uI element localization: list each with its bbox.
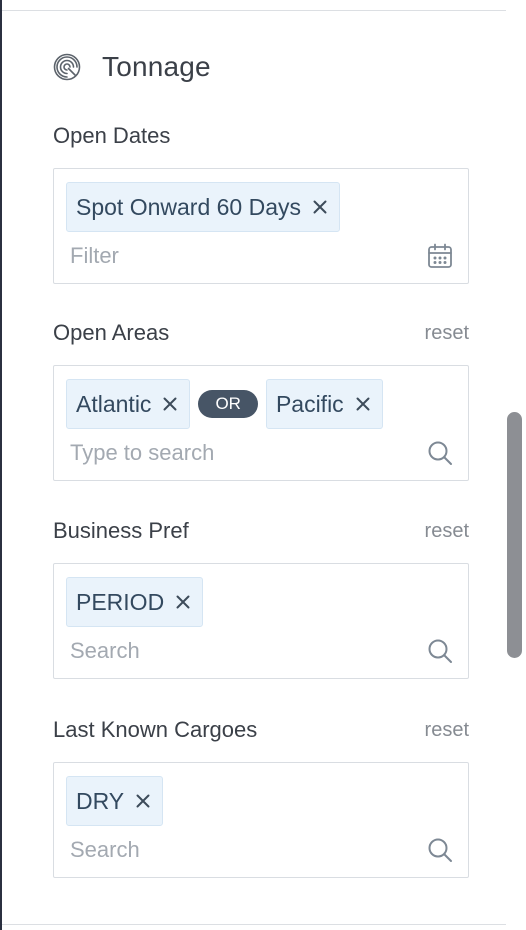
- open-areas-reset-link[interactable]: reset: [425, 322, 469, 345]
- close-icon[interactable]: [354, 395, 372, 413]
- section-title: Tonnage: [102, 51, 211, 82]
- chip-label: Pacific: [275, 390, 344, 417]
- open-dates-label: Open Dates: [53, 123, 171, 148]
- last-known-cargoes-search-input[interactable]: [70, 837, 390, 863]
- business-pref-search-input[interactable]: [70, 638, 390, 664]
- tonnage-icon: [53, 53, 81, 81]
- chip-label: PERIOD: [76, 588, 165, 615]
- or-operator-badge[interactable]: OR: [198, 390, 258, 418]
- search-icon[interactable]: [426, 439, 454, 467]
- open-areas-label: Open Areas: [53, 320, 170, 345]
- top-divider: [2, 10, 506, 11]
- scrollbar-thumb[interactable]: [507, 412, 522, 658]
- chip-pacific: Pacific: [265, 379, 383, 429]
- business-pref-box[interactable]: PERIOD: [53, 563, 469, 679]
- chip-dry: DRY: [66, 776, 164, 826]
- close-icon[interactable]: [161, 395, 179, 413]
- open-dates-box[interactable]: Spot Onward 60 Days: [53, 168, 469, 284]
- business-pref-reset-link[interactable]: reset: [425, 520, 469, 543]
- last-known-cargoes-box[interactable]: DRY: [53, 762, 469, 878]
- open-areas-search-input[interactable]: [70, 440, 390, 466]
- last-known-cargoes-reset-link[interactable]: reset: [425, 719, 469, 742]
- chip-period: PERIOD: [66, 577, 204, 627]
- section-header: Tonnage: [53, 50, 211, 84]
- close-icon[interactable]: [311, 198, 329, 216]
- chip-label: Spot Onward 60 Days: [76, 193, 302, 220]
- open-areas-field: Open Areas reset Atlantic OR Pacific: [53, 319, 469, 481]
- search-icon[interactable]: [426, 836, 454, 864]
- search-icon[interactable]: [426, 637, 454, 665]
- calendar-icon[interactable]: [426, 242, 454, 270]
- business-pref-field: Business Pref reset PERIOD: [53, 517, 469, 679]
- chip-atlantic: Atlantic: [66, 379, 191, 429]
- business-pref-label: Business Pref: [53, 518, 189, 543]
- close-icon[interactable]: [134, 792, 152, 810]
- bottom-divider: [2, 924, 506, 925]
- chip-label: Atlantic: [76, 390, 152, 417]
- last-known-cargoes-field: Last Known Cargoes reset DRY: [53, 716, 469, 878]
- chip-label: DRY: [76, 787, 125, 814]
- open-dates-field: Open Dates Spot Onward 60 Days: [53, 122, 469, 284]
- chip-spot-onward-60-days: Spot Onward 60 Days: [66, 182, 341, 232]
- close-icon[interactable]: [174, 593, 192, 611]
- last-known-cargoes-label: Last Known Cargoes: [53, 717, 258, 742]
- panel-left-border: [0, 0, 2, 930]
- open-dates-filter-input[interactable]: [70, 243, 390, 269]
- open-areas-box[interactable]: Atlantic OR Pacific: [53, 365, 469, 481]
